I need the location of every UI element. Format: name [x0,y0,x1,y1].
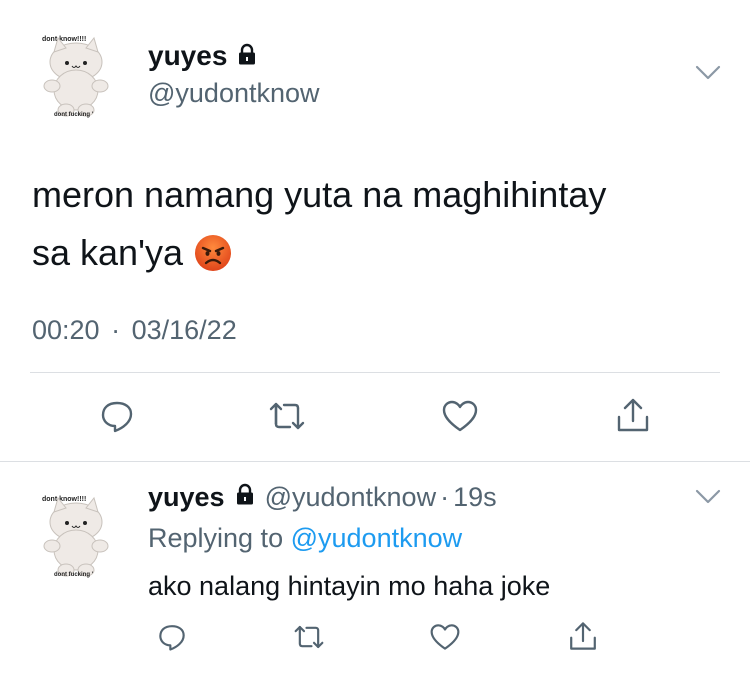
display-name[interactable]: yuyes [148,482,225,513]
tweet-time: 00:20 [32,315,100,345]
reply-age: 19s [453,482,497,512]
avatar-caption-bottom: dont fucking ' [54,572,94,578]
retweet-icon[interactable] [292,620,326,654]
chevron-down-icon[interactable] [695,488,721,511]
cat-plush-icon [43,36,109,117]
reply-text: ako nalang hintayin mo haha joke [148,571,551,601]
tweet-text-line: meron namang yuta na maghihintay [32,174,607,215]
timestamp-separator: · [111,315,121,345]
avatar-caption-bottom: dont fucking ' [54,112,94,118]
display-name[interactable]: yuyes [148,40,227,72]
author-line: yuyes [148,40,259,72]
replying-to: Replying to @yudontknow [148,523,462,554]
share-icon[interactable] [566,618,600,654]
meta-separator: · [440,482,450,512]
cat-plush-icon [43,496,109,577]
tweet-text-line: sa kan'ya [32,232,183,273]
reply-icon[interactable] [155,620,189,654]
tweet-text: meron namang yuta na maghihintay sa kan'… [32,166,732,282]
share-icon[interactable] [612,393,654,437]
like-icon[interactable] [439,395,481,437]
like-icon[interactable] [428,620,462,654]
author-line: yuyes @yudontknow · 19s [148,482,497,513]
divider [30,372,720,373]
tweet-date: 03/16/22 [131,315,237,345]
replying-to-handle[interactable]: @yudontknow [291,523,463,553]
section-divider [0,461,750,462]
lock-icon [233,482,257,513]
chevron-down-icon[interactable] [695,64,721,87]
lock-icon [235,42,259,71]
angry-face-emoji [193,233,233,273]
handle[interactable]: @yudontknow [265,482,437,513]
handle[interactable]: @yudontknow [148,78,320,109]
tweet-text-line-2: sa kan'ya [32,224,732,282]
avatar[interactable]: dont know!!!! dont fucking ' [30,490,122,582]
retweet-icon[interactable] [266,395,308,437]
replying-to-label: Replying to [148,523,284,553]
timestamp[interactable]: 00:20 · 03/16/22 [32,315,237,346]
reply-icon[interactable] [96,395,138,437]
avatar[interactable]: dont know!!!! dont fucking ' [30,30,122,122]
